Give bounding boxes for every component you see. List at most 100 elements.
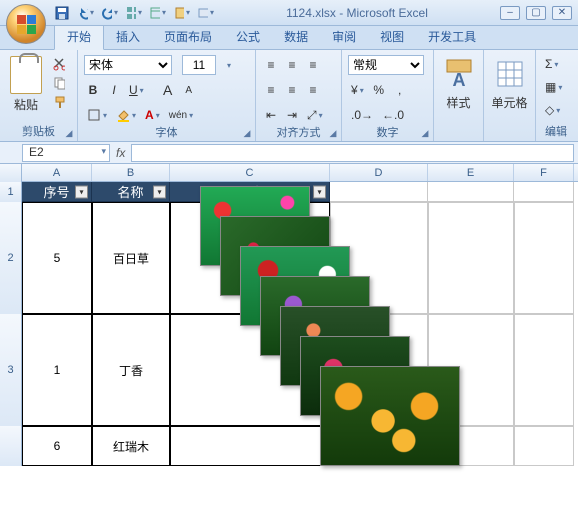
group-alignment-label: 对齐方式 [262,126,335,141]
embedded-picture[interactable] [320,366,460,466]
currency-button[interactable]: ¥ [348,80,367,100]
increase-decimal-button[interactable]: .0→ [348,105,376,125]
styles-button[interactable]: A 样式 [440,54,477,111]
close-button[interactable]: ✕ [552,6,572,20]
quick-access-toolbar [54,5,214,21]
tab-developer[interactable]: 开发工具 [416,24,488,49]
save-icon[interactable] [54,5,70,21]
italic-button[interactable]: I [105,80,123,100]
cut-icon[interactable] [50,56,68,72]
cell[interactable] [330,182,428,202]
cell[interactable] [514,426,574,466]
col-header-c[interactable]: C [170,164,330,181]
qat-icon-5[interactable] [150,5,166,21]
cell[interactable]: 红瑞木 [92,426,170,466]
fx-icon[interactable]: fx [116,146,125,160]
qat-icon-6[interactable] [174,5,190,21]
group-font: 宋体 B I U A A A wén 字体 ◢ [78,50,256,141]
grow-font-button[interactable]: A [159,80,177,100]
paste-button[interactable]: 粘贴 [6,54,46,113]
clear-button[interactable]: ◇ [542,100,563,120]
align-left-button[interactable]: ≡ [262,80,280,100]
select-all-corner[interactable] [0,164,22,182]
name-box[interactable]: E2 [22,144,110,162]
decrease-indent-button[interactable]: ⇤ [262,105,280,125]
align-top-button[interactable]: ≡ [262,55,280,75]
cell[interactable]: 1 [22,314,92,426]
filter-icon[interactable]: ▾ [153,185,166,198]
percent-button[interactable]: % [370,80,388,100]
number-format-select[interactable]: 常规 [348,55,424,75]
cell[interactable]: 5 [22,202,92,314]
cell[interactable]: 丁香 [92,314,170,426]
align-bottom-button[interactable]: ≡ [304,55,322,75]
font-dialog-launcher[interactable]: ◢ [241,127,253,139]
undo-icon[interactable] [78,5,94,21]
cell[interactable] [428,202,514,314]
cell[interactable]: 6 [22,426,92,466]
font-color-button[interactable]: A [142,105,163,125]
cell[interactable]: 百日草 [92,202,170,314]
align-middle-button[interactable]: ≡ [283,55,301,75]
paste-label: 粘贴 [14,96,38,113]
row-header-1[interactable]: 1 [0,182,22,202]
restore-button[interactable]: ▢ [526,6,546,20]
font-size-dropdown[interactable] [219,55,237,75]
clipboard-dialog-launcher[interactable]: ◢ [63,127,75,139]
cell[interactable] [514,202,574,314]
cells-button[interactable]: 单元格 [490,54,529,111]
bold-button[interactable]: B [84,80,102,100]
office-button[interactable] [6,4,46,44]
autosum-button[interactable]: Σ [542,54,561,74]
col-header-e[interactable]: E [428,164,514,181]
worksheet-grid[interactable]: A B C D E F 1 序号▾ 名称▾ 图片▾ 2 5 百日草 3 [0,164,578,510]
orientation-button[interactable]: ⤢ [304,105,326,125]
shrink-font-button[interactable]: A [180,80,198,100]
row-header-4[interactable] [0,426,22,466]
qat-icon-4[interactable] [126,5,142,21]
row-header-3[interactable]: 3 [0,314,22,426]
tab-data[interactable]: 数据 [272,24,320,49]
phonetic-button[interactable]: wén [166,105,196,125]
border-button[interactable] [84,105,110,125]
format-painter-icon[interactable] [50,94,68,110]
align-center-button[interactable]: ≡ [283,80,301,100]
table-header-a[interactable]: 序号▾ [22,182,92,202]
font-size-input[interactable] [182,55,216,75]
tab-home[interactable]: 开始 [54,23,104,50]
styles-label: 样式 [446,94,470,111]
formula-input[interactable] [131,144,574,162]
fill-button[interactable]: ▦ [542,77,565,97]
col-header-a[interactable]: A [22,164,92,181]
copy-icon[interactable] [50,75,68,91]
group-alignment: ≡ ≡ ≡ ≡ ≡ ≡ ⇤ ⇥ ⤢ 对齐方式 ◢ [256,50,342,141]
number-dialog-launcher[interactable]: ◢ [419,127,431,139]
col-header-b[interactable]: B [92,164,170,181]
redo-icon[interactable] [102,5,118,21]
cell[interactable] [170,426,330,466]
col-header-f[interactable]: F [514,164,574,181]
filter-icon[interactable]: ▾ [75,185,88,198]
tab-page-layout[interactable]: 页面布局 [152,24,224,49]
cell[interactable] [514,314,574,426]
table-header-b[interactable]: 名称▾ [92,182,170,202]
font-name-select[interactable]: 宋体 [84,55,172,75]
comma-button[interactable]: , [391,80,409,100]
tab-view[interactable]: 视图 [368,24,416,49]
fill-color-button[interactable] [113,105,139,125]
cell[interactable] [428,182,514,202]
alignment-dialog-launcher[interactable]: ◢ [327,127,339,139]
row-header-2[interactable]: 2 [0,202,22,314]
increase-indent-button[interactable]: ⇥ [283,105,301,125]
filter-icon[interactable]: ▾ [313,185,326,198]
tab-formulas[interactable]: 公式 [224,24,272,49]
align-right-button[interactable]: ≡ [304,80,322,100]
cell[interactable] [514,182,574,202]
qat-icon-7[interactable] [198,5,214,21]
tab-insert[interactable]: 插入 [104,24,152,49]
tab-review[interactable]: 审阅 [320,24,368,49]
decrease-decimal-button[interactable]: ←.0 [379,105,407,125]
minimize-button[interactable]: – [500,6,520,20]
underline-button[interactable]: U [126,80,147,100]
col-header-d[interactable]: D [330,164,428,181]
